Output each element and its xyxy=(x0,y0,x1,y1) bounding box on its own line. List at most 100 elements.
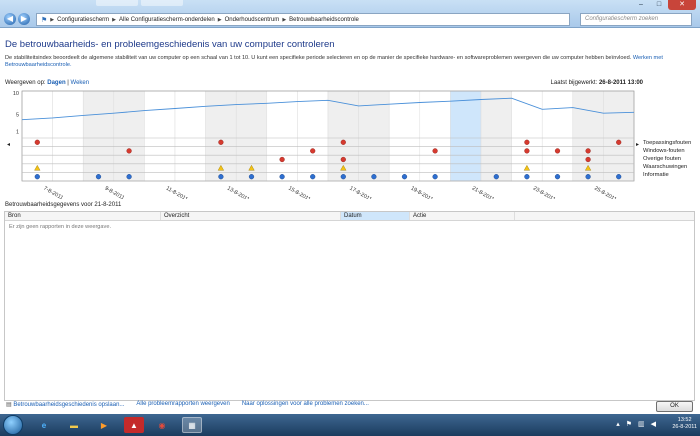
address-bar[interactable]: ⚑ ▶ Configuratiescherm ▶ Alle Configurat… xyxy=(36,13,570,26)
network-icon[interactable]: ▥ xyxy=(638,420,645,428)
maximize-button[interactable]: □ xyxy=(650,0,668,10)
chevron-right-icon: ▶ xyxy=(50,16,55,23)
info-icon xyxy=(432,174,438,180)
legend-item: Toepassingsfouten xyxy=(643,140,692,146)
x-tick-label: 9-8-2011 xyxy=(104,186,126,199)
error-icon xyxy=(218,139,224,145)
close-button[interactable]: ✕ xyxy=(668,0,696,10)
day-column xyxy=(52,90,84,182)
minimize-button[interactable]: – xyxy=(632,0,650,10)
legend-item: Windows-fouten xyxy=(643,148,685,154)
info-icon xyxy=(248,174,255,180)
scroll-right-icon[interactable]: ▸ xyxy=(636,141,639,148)
x-tick-label: 15-8-2011 xyxy=(287,186,311,199)
ok-button[interactable]: OK xyxy=(656,401,693,412)
save-icon: ▤ xyxy=(6,402,12,408)
day-column xyxy=(297,90,329,182)
start-button[interactable] xyxy=(3,415,23,435)
info-icon xyxy=(616,174,622,180)
ie-icon[interactable]: e xyxy=(34,417,54,433)
error-icon xyxy=(585,148,591,154)
legend-item: Informatie xyxy=(643,172,669,178)
breadcrumb-reliability-monitor[interactable]: Betrouwbaarheidscontrole xyxy=(289,17,359,23)
column-action[interactable]: Actie xyxy=(410,212,515,220)
back-button[interactable]: ◀ xyxy=(4,13,16,25)
control-panel-task-icon[interactable]: ▦ xyxy=(182,417,202,433)
view-label: Weergeven op: xyxy=(5,80,46,86)
info-icon xyxy=(340,174,346,180)
error-icon xyxy=(432,148,438,154)
chrome-icon[interactable]: ◉ xyxy=(152,417,172,433)
breadcrumb-control-panel[interactable]: Configuratiescherm xyxy=(57,17,109,23)
flag-icon[interactable]: ⚑ xyxy=(626,420,632,428)
forward-arrow-icon: ▶ xyxy=(20,14,28,23)
page-description: De stabiliteitsindex beoordeelt de algem… xyxy=(5,55,695,69)
day-column xyxy=(144,90,176,182)
y-tick-label: 1 xyxy=(16,130,19,136)
clock-date: 26-8-2011 xyxy=(672,424,697,430)
tray-arrow-icon[interactable]: ▴ xyxy=(616,420,620,428)
error-icon xyxy=(340,156,346,163)
view-weeks-link[interactable]: Weken xyxy=(71,80,90,86)
table-header: Bron Overzicht Datum Actie xyxy=(5,212,694,221)
x-tick-label: 25-8-2011 xyxy=(593,186,617,199)
day-column xyxy=(480,90,512,182)
legend-item: Waarschuwingen xyxy=(643,164,688,170)
breadcrumb-action-center[interactable]: Onderhoudscentrum xyxy=(225,17,280,23)
error-icon xyxy=(340,139,346,145)
error-icon xyxy=(34,139,40,145)
view-selector: Weergeven op: Dagen | Weken xyxy=(5,80,89,86)
day-column xyxy=(603,90,635,182)
reports-table: Bron Overzicht Datum Actie Er zijn geen … xyxy=(4,211,695,401)
app-icon[interactable]: ▲ xyxy=(124,417,144,433)
chevron-right-icon: ▶ xyxy=(282,16,287,23)
info-icon xyxy=(585,174,591,180)
empty-message: Er zijn geen rapporten in deze weergave. xyxy=(9,224,111,230)
media-player-icon[interactable]: ▶ xyxy=(94,417,114,433)
error-icon xyxy=(524,139,530,145)
x-tick-label: 23-8-2011 xyxy=(532,186,556,199)
day-column xyxy=(541,90,574,182)
save-history-label: Betrouwbaarheidsgeschiedenis opslaan... xyxy=(13,402,125,408)
find-solutions-link[interactable]: Naar oplossingen voor alle problemen zoe… xyxy=(242,401,369,408)
description-text: De stabiliteitsindex beoordeelt de algem… xyxy=(5,55,632,61)
stability-chart[interactable]: 10517-8-2011 9-8-2011 11-8-2011 13-8-2011 15… xyxy=(0,89,700,199)
y-tick-label: 5 xyxy=(16,113,19,119)
info-icon xyxy=(524,174,530,180)
all-reports-link[interactable]: Alle probleemrapporten weergeven xyxy=(136,401,229,408)
day-column xyxy=(266,90,298,182)
day-column xyxy=(113,90,145,182)
day-column xyxy=(174,90,206,182)
column-summary[interactable]: Overzicht xyxy=(161,212,341,220)
view-days-link[interactable]: Dagen xyxy=(47,80,65,86)
window-preview[interactable] xyxy=(141,0,183,6)
main-content: De betrouwbaarheids- en probleemgeschied… xyxy=(0,29,700,414)
forward-button[interactable]: ▶ xyxy=(18,13,30,25)
x-tick-label: 17-8-2011 xyxy=(348,186,372,199)
save-history-link[interactable]: ▤ Betrouwbaarheidsgeschiedenis opslaan..… xyxy=(6,401,124,408)
info-icon xyxy=(554,174,561,180)
error-icon xyxy=(310,148,316,154)
search-input[interactable]: Configuratiescherm zoeken xyxy=(580,13,692,26)
column-filler xyxy=(515,212,694,220)
column-source[interactable]: Bron xyxy=(5,212,161,220)
x-tick-label: 19-8-2011 xyxy=(410,186,434,199)
info-icon xyxy=(218,174,224,180)
last-updated-value: 26-8-2011 13:00 xyxy=(598,80,643,86)
column-date[interactable]: Datum xyxy=(341,212,410,220)
clock[interactable]: 13:52 26-8-2011 xyxy=(672,417,697,431)
view-separator: | xyxy=(67,80,69,86)
details-title: Betrouwbaarheidsgegevens voor 21-8-2011 xyxy=(5,202,122,208)
window-preview[interactable] xyxy=(96,0,138,6)
selected-day-column[interactable] xyxy=(450,90,482,182)
title-bar: – □ ✕ ◀ ▶ ⚑ ▶ Configuratiescherm ▶ Alle … xyxy=(0,0,700,28)
info-icon xyxy=(371,174,377,180)
legend-item: Overige fouten xyxy=(643,156,682,162)
back-arrow-icon: ◀ xyxy=(6,14,14,23)
control-panel-icon: ⚑ xyxy=(41,16,48,24)
scroll-left-icon[interactable]: ◂ xyxy=(7,141,10,148)
volume-icon[interactable]: ◀ xyxy=(651,420,656,428)
folder-icon[interactable]: ▬ xyxy=(64,417,84,433)
clock-time: 13:52 xyxy=(677,417,692,423)
breadcrumb-all-items[interactable]: Alle Configuratiescherm-onderdelen xyxy=(119,17,215,23)
